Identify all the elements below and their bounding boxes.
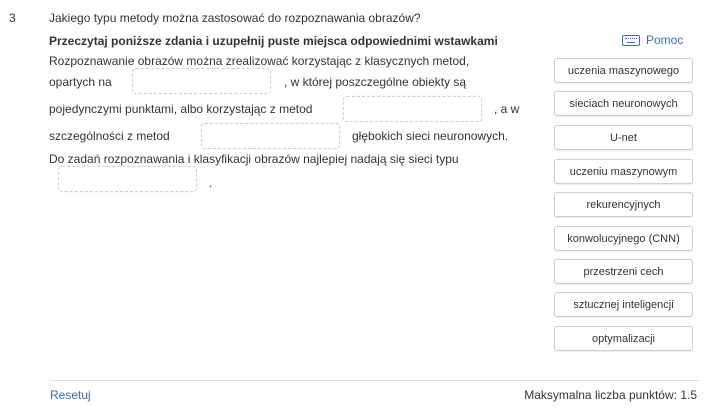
sentence-line-3b: , a w — [494, 102, 520, 116]
word-option[interactable]: optymalizacji — [554, 326, 693, 351]
word-option[interactable]: U-net — [554, 125, 693, 150]
word-option[interactable]: rekurencyjnych — [554, 192, 693, 217]
sentence-line-3a: pojedynczymi punktami, albo korzystając … — [49, 102, 313, 116]
word-option[interactable]: przestrzeni cech — [554, 259, 693, 284]
word-option[interactable]: sieciach neuronowych — [554, 91, 693, 116]
sentence-line-1: Rozpoznawanie obrazów można zrealizować … — [49, 54, 470, 68]
help-label: Pomoc — [646, 33, 684, 47]
sentence-line-5: Do zadań rozpoznawania i klasyfikacji ob… — [49, 152, 459, 166]
sentence-line-2b: , w której poszczególne obiekty są — [284, 75, 467, 89]
help-link[interactable]: Pomoc — [622, 33, 683, 47]
word-option[interactable]: uczenia maszynowego — [554, 58, 693, 83]
footer-divider — [49, 380, 699, 381]
sentence-line-2a: opartych na — [49, 75, 112, 89]
word-option[interactable]: sztucznej inteligencji — [554, 292, 693, 317]
keyboard-icon — [622, 34, 640, 46]
drop-blank-1[interactable] — [132, 68, 271, 94]
reset-button[interactable]: Resetuj — [50, 388, 91, 402]
sentence-line-4b: głębokich sieci neuronowych. — [352, 129, 509, 143]
drop-blank-4[interactable] — [58, 166, 197, 192]
sentence-line-6: . — [209, 176, 213, 190]
question-number: 3 — [9, 11, 16, 25]
drop-blank-2[interactable] — [343, 96, 482, 122]
question-instruction: Przeczytaj poniższe zdania i uzupełnij p… — [49, 34, 498, 48]
max-points: Maksymalna liczba punktów: 1.5 — [524, 388, 697, 402]
sentence-line-4a: szczególności z metod — [49, 129, 170, 143]
drop-blank-3[interactable] — [201, 123, 340, 149]
question-title: Jakiego typu metody można zastosować do … — [49, 11, 421, 25]
word-option[interactable]: uczeniu maszynowym — [554, 159, 693, 184]
word-option[interactable]: konwolucyjnego (CNN) — [554, 226, 693, 251]
